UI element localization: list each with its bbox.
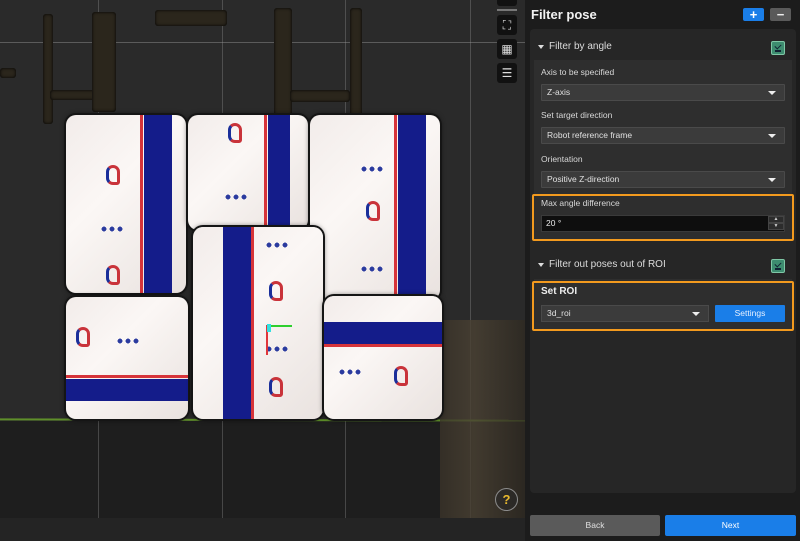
- background-structure: [43, 14, 53, 124]
- orientation-label: Orientation: [541, 154, 583, 164]
- orientation-select-value: Positive Z-direction: [547, 174, 620, 184]
- background-structure: [350, 8, 362, 118]
- grid-plane-icon: ▦: [501, 42, 513, 56]
- chevron-down-icon: [768, 91, 776, 95]
- x-axis-indicator: [268, 325, 292, 327]
- display-list-button[interactable]: ☰: [497, 63, 517, 83]
- background-structure: [0, 68, 16, 78]
- orientation-select[interactable]: Positive Z-direction: [541, 171, 785, 188]
- grid-line: [0, 42, 525, 43]
- fit-view-icon: ⛶: [502, 17, 512, 32]
- section-title: Filter by angle: [549, 41, 612, 52]
- add-button[interactable]: +: [743, 8, 764, 21]
- sack-object: [66, 297, 188, 419]
- section-header-filter-roi[interactable]: Filter out poses out of ROI: [530, 250, 796, 280]
- next-button[interactable]: Next: [665, 515, 796, 536]
- minus-icon: −: [776, 7, 785, 22]
- z-axis-indicator: [267, 324, 271, 332]
- remove-button[interactable]: −: [770, 8, 791, 21]
- direction-select[interactable]: Robot reference frame: [541, 127, 785, 144]
- fit-view-button[interactable]: ⛶: [497, 15, 517, 35]
- background-structure: [155, 10, 227, 26]
- list-icon: ☰: [501, 66, 513, 80]
- section-toggle-icon[interactable]: [771, 259, 785, 273]
- section-title: Filter out poses out of ROI: [549, 259, 666, 270]
- viewport-bottom-strip: [0, 518, 525, 541]
- section-header-filter-by-angle[interactable]: Filter by angle: [530, 32, 796, 62]
- point-cloud-viewport[interactable]: ⛶ ▦ ☰ ?: [0, 0, 525, 541]
- toolbar-divider: [497, 9, 517, 11]
- filter-pose-panel: Filter pose + − Filter by angle Axis to …: [525, 0, 800, 541]
- axis-label: Axis to be specified: [541, 67, 615, 77]
- highlight-max-angle: [532, 194, 794, 241]
- sack-object: [193, 227, 323, 419]
- axis-select[interactable]: Z-axis: [541, 84, 785, 101]
- axis-select-value: Z-axis: [547, 87, 571, 97]
- collapse-triangle-icon: [538, 45, 544, 49]
- page-title: Filter pose: [531, 7, 597, 22]
- grid-plane-button[interactable]: ▦: [497, 39, 517, 59]
- sack-object: [310, 115, 440, 300]
- highlight-set-roi: [532, 281, 794, 331]
- back-button[interactable]: Back: [530, 515, 660, 536]
- plus-icon: +: [749, 7, 758, 22]
- help-button[interactable]: ?: [495, 488, 518, 511]
- chevron-down-icon: [768, 134, 776, 138]
- filter-card: Filter by angle Axis to be specified Z-a…: [530, 29, 796, 493]
- viewport-toolbar: ⛶ ▦ ☰: [497, 0, 519, 83]
- collapse-triangle-icon: [538, 263, 544, 267]
- sack-object: [66, 115, 186, 293]
- chevron-down-icon: [768, 178, 776, 182]
- pose-axes-marker[interactable]: [266, 324, 296, 364]
- direction-label: Set target direction: [541, 110, 613, 120]
- section-toggle-icon[interactable]: [771, 41, 785, 55]
- background-structure: [92, 12, 116, 112]
- sack-object: [324, 296, 442, 419]
- sack-object: [188, 115, 308, 230]
- direction-select-value: Robot reference frame: [547, 130, 633, 140]
- background-structure: [274, 8, 292, 118]
- background-structure: [290, 90, 350, 102]
- question-icon: ?: [502, 492, 511, 507]
- viewport-tool-top[interactable]: [497, 0, 517, 6]
